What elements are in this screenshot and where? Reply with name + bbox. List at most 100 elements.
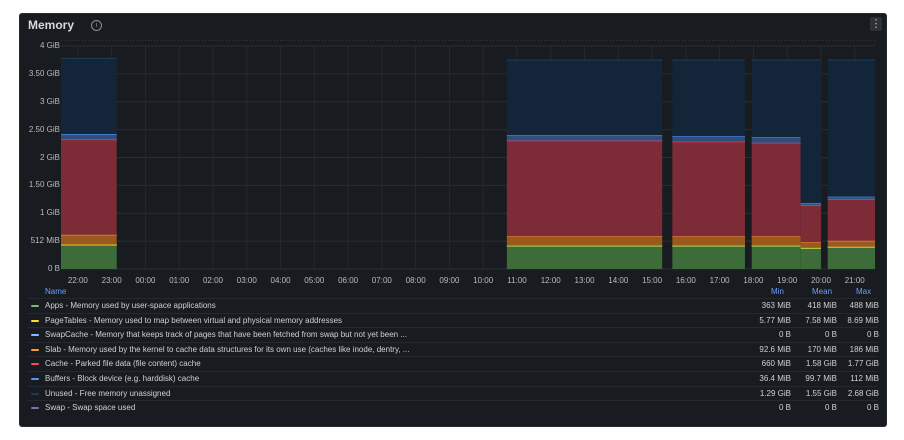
legend-max-value: 488 MiB — [849, 301, 879, 310]
legend-min-value: 363 MiB — [761, 301, 791, 310]
legend-label: Swap - Swap space used — [45, 403, 136, 413]
area-cache-segment — [827, 199, 875, 241]
legend-min-header[interactable]: Min — [771, 287, 784, 296]
x-tick-label: 20:00 — [810, 276, 831, 285]
x-tick-label: 04:00 — [270, 276, 291, 285]
area-buffers-segment — [61, 134, 117, 140]
area-cache-segment — [61, 139, 117, 235]
area-apps-segment — [672, 246, 745, 269]
y-tick-label: 2.50 GiB — [28, 124, 60, 134]
legend-label: Slab - Memory used by the kernel to cach… — [45, 344, 410, 354]
y-tick-label: 1.50 GiB — [28, 180, 60, 190]
area-apps-segment — [827, 247, 875, 269]
memory-chart[interactable] — [20, 14, 886, 286]
legend-mean-value: 418 MiB — [807, 301, 837, 310]
y-tick-label: 2 GiB — [39, 152, 60, 162]
legend-mean-value: 1.55 GiB — [805, 388, 837, 398]
area-cache-segment — [506, 140, 663, 237]
legend-label: Cache - Parked file data (file content) … — [45, 359, 201, 369]
area-slab-segment — [800, 242, 821, 248]
legend-item-swap[interactable]: Swap - Swap space used 0 B 0 B 0 B — [28, 400, 879, 415]
area-unused-segment — [61, 58, 117, 135]
x-tick-label: 21:00 — [844, 276, 865, 285]
area-slab-segment — [672, 236, 745, 246]
legend-min-value: 1.29 GiB — [759, 388, 791, 398]
legend-mean-value: 1.58 GiB — [805, 359, 837, 369]
x-tick-label: 16:00 — [675, 276, 696, 285]
legend-min-value: 36.4 MiB — [759, 374, 791, 383]
y-tick-label: 1 GiB — [39, 208, 60, 218]
y-tick-label: 512 MiB — [30, 236, 60, 246]
legend-item-unused[interactable]: Unused - Free memory unassigned 1.29 GiB 1… — [28, 385, 879, 401]
x-tick-label: 22:00 — [67, 276, 88, 285]
legend-max-value: 2.68 GiB — [847, 388, 879, 398]
area-buffers-segment — [672, 136, 745, 142]
legend-item-apps[interactable]: Apps - Memory used by user-space applica… — [28, 298, 879, 313]
x-tick-label: 01:00 — [169, 276, 190, 285]
y-tick-label: 4 GiB — [39, 41, 60, 50]
area-cache-segment — [672, 141, 745, 237]
legend-swatch — [31, 378, 39, 380]
legend-mean-value: 7.58 MiB — [805, 315, 837, 325]
x-tick-label: 14:00 — [608, 276, 629, 285]
legend-min-value: 92.6 MiB — [759, 344, 791, 354]
area-apps-segment — [800, 248, 821, 269]
area-slab-segment — [61, 234, 117, 245]
legend-item-pagetables[interactable]: PageTables - Memory used to map between … — [28, 312, 879, 328]
legend-label: SwapCache - Memory that keeps track of p… — [45, 330, 407, 340]
legend-item-slab[interactable]: Slab - Memory used by the kernel to cach… — [28, 341, 879, 357]
legend-min-value: 660 MiB — [761, 359, 791, 369]
x-tick-label: 13:00 — [574, 276, 595, 285]
area-unused-segment — [751, 60, 801, 138]
x-tick-label: 02:00 — [202, 276, 223, 285]
area-cache-segment — [751, 142, 801, 237]
legend-mean-value: 99.7 MiB — [805, 374, 837, 383]
legend-max-value: 112 MiB — [850, 374, 879, 383]
area-slab-segment — [506, 236, 663, 246]
legend-swatch — [31, 407, 39, 410]
y-tick-label: 3 GiB — [39, 96, 60, 106]
x-tick-label: 06:00 — [338, 276, 359, 285]
x-tick-label: 10:00 — [473, 276, 494, 285]
legend-label: Buffers - Block device (e.g. harddisk) c… — [45, 374, 200, 383]
legend-max-header[interactable]: Max — [856, 287, 871, 296]
legend-swatch — [31, 334, 39, 337]
x-tick-label: 07:00 — [371, 276, 392, 285]
legend-label: PageTables - Memory used to map between … — [45, 315, 343, 325]
area-apps-segment — [61, 245, 117, 269]
y-tick-label: 0 B — [47, 264, 60, 273]
x-tick-label: 15:00 — [642, 276, 663, 285]
legend-min-value: 0 B — [778, 403, 791, 413]
legend-swatch — [31, 363, 39, 366]
area-apps-segment — [506, 246, 663, 269]
legend-swatch — [31, 348, 39, 351]
legend-item-cache[interactable]: Cache - Parked file data (file content) … — [28, 356, 879, 371]
legend-label: Unused - Free memory unassigned — [45, 388, 171, 398]
area-apps-segment — [751, 246, 801, 269]
x-tick-label: 03:00 — [236, 276, 257, 285]
legend-item-swapcache[interactable]: SwapCache - Memory that keeps track of p… — [28, 327, 879, 342]
legend-max-value: 1.77 GiB — [847, 359, 879, 369]
area-unused-segment — [506, 60, 663, 136]
legend-mean-value: 0 B — [824, 403, 837, 413]
legend-min-value: 5.77 MiB — [759, 315, 791, 325]
legend-label: Apps - Memory used by user-space applica… — [45, 301, 216, 310]
x-tick-label: 09:00 — [439, 276, 460, 285]
area-slab-segment — [751, 236, 801, 246]
area-unused-segment — [827, 60, 875, 197]
memory-panel: Memory i ⋮ 0 B 512 MiB 1 GiB 1.50 GiB 2 GiB 2… — [19, 13, 887, 427]
legend-name-header[interactable]: Name — [45, 287, 66, 296]
legend-max-value: 0 B — [866, 403, 879, 413]
area-slab-segment — [827, 240, 875, 247]
x-tick-label: 18:00 — [743, 276, 764, 285]
area-cache-segment — [800, 205, 821, 243]
legend-swatch — [31, 305, 39, 307]
area-buffers-segment — [751, 137, 801, 143]
x-tick-label: 05:00 — [304, 276, 325, 285]
x-tick-label: 19:00 — [777, 276, 798, 285]
legend-item-buffers[interactable]: Buffers - Block device (e.g. harddisk) c… — [28, 371, 879, 386]
x-tick-label: 11:00 — [507, 276, 527, 285]
legend-mean-header[interactable]: Mean — [812, 287, 832, 296]
legend-swatch — [31, 392, 39, 395]
legend-mean-value: 170 MiB — [807, 344, 837, 354]
